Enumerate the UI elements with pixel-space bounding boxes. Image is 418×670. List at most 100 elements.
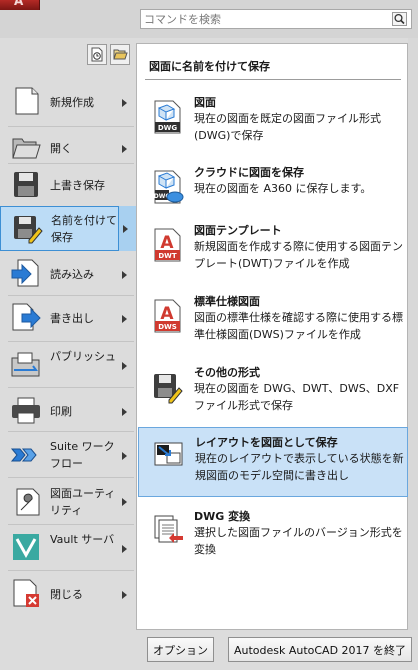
separator xyxy=(8,570,134,571)
bottom-bar: オプション Autodesk AutoCAD 2017 を終了 xyxy=(136,630,418,670)
options-button[interactable]: オプション xyxy=(147,637,214,662)
submenu-arrow-icon xyxy=(122,145,127,153)
wrench-icon xyxy=(16,488,40,516)
item-description: 図面の標準仕様を確認する際に使用する標準仕様図面(DWS)ファイルを作成 xyxy=(194,311,403,341)
item-title: クラウドに図面を保存 xyxy=(194,166,304,179)
item-description: 現在の図面を DWG、DWT、DWS、DXF ファイル形式で保存 xyxy=(194,382,400,412)
layout-save-icon xyxy=(154,442,183,466)
save-as-drawing[interactable]: DWG 図面 現在の図面を既定の図面ファイル形式(DWG)で保存 xyxy=(138,88,408,158)
menu-export[interactable]: 書き出し xyxy=(0,296,136,340)
panel-right-margin xyxy=(408,38,418,630)
menu-print[interactable]: 印刷 xyxy=(0,389,136,433)
submenu-arrow-icon xyxy=(122,545,127,553)
save-other-formats[interactable]: その他の形式 現在の図面を DWG、DWT、DWS、DXF ファイル形式で保存 xyxy=(138,358,408,428)
svg-text:DWG: DWG xyxy=(158,124,178,132)
separator xyxy=(8,387,134,388)
dwt-file-icon: A DWT xyxy=(154,228,181,262)
export-icon xyxy=(12,303,41,331)
submenu-arrow-icon xyxy=(122,498,127,506)
menu-suite-workflow[interactable]: Suite ワークフロー xyxy=(0,433,136,477)
menu-open-label: 開く xyxy=(50,142,72,155)
item-title: レイアウトを図面として保存 xyxy=(195,436,338,449)
search-input[interactable] xyxy=(141,10,386,28)
suite-workflow-icon xyxy=(10,448,37,462)
menu-save-as-label: 名前を付けて保存 xyxy=(51,214,117,244)
submenu-arrow-icon xyxy=(122,591,127,599)
submenu-arrow-icon xyxy=(122,315,127,323)
menu-drawing-utilities[interactable]: 図面ユーティリティ xyxy=(0,479,136,524)
item-description: 新規図面を作成する際に使用する図面テンプレート(DWT)ファイルを作成 xyxy=(194,240,403,270)
save-as-template[interactable]: A DWT 図面テンプレート 新規図面を作成する際に使用する図面テンプレート(D… xyxy=(138,216,408,286)
item-description: 現在のレイアウトで表示している状態を新規図面のモデル空間に書き出し xyxy=(195,452,404,482)
application-menu-commands: 新規作成 開く 上書き保存 名前を付けて保存 読み込み 書き出し パブリッシュ … xyxy=(0,38,137,670)
submenu-arrow-icon xyxy=(122,362,127,370)
menu-print-label: 印刷 xyxy=(50,405,72,418)
save-layout-as-drawing[interactable]: レイアウトを図面として保存 現在のレイアウトで表示している状態を新規図面のモデル… xyxy=(138,427,408,497)
menu-close[interactable]: 閉じる xyxy=(0,572,136,616)
top-bar: A xyxy=(0,0,418,38)
menu-import[interactable]: 読み込み xyxy=(0,252,136,296)
separator xyxy=(8,431,134,432)
import-icon xyxy=(11,259,39,287)
menu-save[interactable]: 上書き保存 xyxy=(0,165,136,205)
item-description: 現在の図面を A360 に保存します。 xyxy=(194,182,372,195)
submenu-arrow-icon xyxy=(123,225,128,233)
vault-icon xyxy=(13,534,39,560)
separator xyxy=(8,524,134,525)
exit-autocad-button[interactable]: Autodesk AutoCAD 2017 を終了 xyxy=(228,637,412,662)
printer-icon xyxy=(12,397,40,424)
autocad-logo-icon: A xyxy=(14,0,24,8)
item-title: 図面テンプレート xyxy=(194,224,282,237)
save-as-submenu-panel: 図面に名前を付けて保存 DWG 図面 現在の図面を既定の図面ファイル形式(DWG… xyxy=(136,43,408,630)
svg-text:DWT: DWT xyxy=(158,252,177,260)
menu-save-label: 上書き保存 xyxy=(50,179,105,192)
item-title: DWG 変換 xyxy=(194,510,251,523)
save-as-icon xyxy=(14,216,43,244)
menu-vault-server-label: Vault サーバ xyxy=(50,533,115,546)
panel-title: 図面に名前を付けて保存 xyxy=(149,60,270,73)
save-as-standards[interactable]: A DWS 標準仕様図面 図面の標準仕様を確認する際に使用する標準仕様図面(DW… xyxy=(138,287,408,357)
menu-new-label: 新規作成 xyxy=(50,96,94,109)
close-document-icon xyxy=(13,579,39,607)
menu-close-label: 閉じる xyxy=(50,588,83,601)
open-documents-button[interactable] xyxy=(110,44,130,65)
dwg-convert[interactable]: DWG 変換 選択した図面ファイルのバージョン形式を変換 xyxy=(138,502,408,572)
separator xyxy=(8,163,134,164)
menu-import-label: 読み込み xyxy=(50,268,94,281)
dwg-convert-icon xyxy=(154,515,183,543)
menu-suite-workflow-label: Suite ワークフロー xyxy=(50,440,115,470)
submenu-arrow-icon xyxy=(122,408,127,416)
item-title: その他の形式 xyxy=(194,366,260,379)
menu-drawing-utilities-label: 図面ユーティリティ xyxy=(50,487,116,517)
recent-documents-button[interactable] xyxy=(87,44,107,65)
dwg-file-icon: DWG xyxy=(154,100,181,134)
menu-save-as[interactable]: 名前を付けて保存 xyxy=(0,206,137,251)
submenu-arrow-icon xyxy=(122,271,127,279)
item-description: 選択した図面ファイルのバージョン形式を変換 xyxy=(194,526,403,556)
svg-text:DWS: DWS xyxy=(158,323,177,331)
separator xyxy=(8,477,134,478)
title-divider xyxy=(145,79,401,80)
menu-new[interactable]: 新規作成 xyxy=(0,81,136,125)
menu-export-label: 書き出し xyxy=(50,312,94,325)
publish-icon xyxy=(11,352,40,377)
search-icon[interactable] xyxy=(392,12,407,26)
other-formats-icon xyxy=(154,374,183,404)
item-title: 図面 xyxy=(194,96,216,109)
save-disk-icon xyxy=(14,172,38,197)
cloud-dwg-icon: DWG xyxy=(154,170,184,204)
open-folder-icon xyxy=(12,138,41,159)
dws-file-icon: A DWS xyxy=(154,299,181,333)
menu-publish-label: パブリッシュ xyxy=(50,350,116,363)
item-title: 標準仕様図面 xyxy=(194,295,260,308)
application-menu-button[interactable]: A xyxy=(0,0,40,10)
item-description: 現在の図面を既定の図面ファイル形式(DWG)で保存 xyxy=(194,112,381,142)
submenu-arrow-icon xyxy=(122,99,127,107)
command-search-box[interactable] xyxy=(140,9,412,29)
menu-vault-server[interactable]: Vault サーバ xyxy=(0,526,136,570)
open-documents-icon xyxy=(113,49,128,60)
submenu-arrow-icon xyxy=(122,452,127,460)
new-document-icon xyxy=(15,87,39,115)
menu-publish[interactable]: パブリッシュ xyxy=(0,342,136,388)
recent-documents-icon xyxy=(91,47,103,62)
